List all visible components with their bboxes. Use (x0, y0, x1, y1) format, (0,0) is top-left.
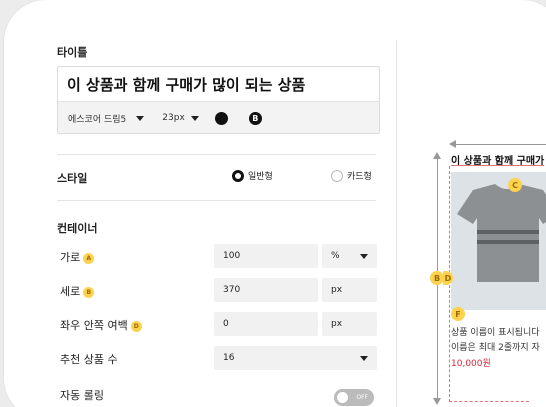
badge-b-preview: B (430, 271, 444, 285)
toggle-state: OFF (356, 394, 368, 401)
count-label: 추천 상품 수 (60, 353, 118, 366)
title-input[interactable]: 이 상품과 함께 구매가 많이 되는 상품 (58, 67, 379, 101)
product-desc-line1: 상품 이름이 표시됩니다 (451, 328, 540, 338)
app-frame: 타이틀 이 상품과 함께 구매가 많이 되는 상품 에스코어 드림5 23px … (4, 0, 546, 407)
radio-card[interactable]: 카드형 (331, 169, 372, 182)
preview-title: 이 상품과 함께 구매가 (451, 156, 545, 167)
style-label: 스타일 (57, 172, 88, 185)
size-select[interactable]: 23px (162, 113, 199, 123)
width-unit-select[interactable]: % (322, 244, 377, 268)
title-toolbar: 에스코어 드림5 23px B (58, 101, 379, 133)
title-label: 타이틀 (57, 46, 88, 59)
count-select[interactable]: 16 (214, 346, 377, 370)
arrow-down-icon (433, 398, 441, 405)
width-unit-value: % (331, 251, 340, 261)
container-label: 컨테이너 (57, 222, 98, 235)
padding-input[interactable]: 0 (214, 312, 318, 336)
width-guide-line (453, 144, 546, 145)
badge-b: B (83, 286, 95, 298)
count-value: 16 (223, 353, 235, 363)
chevron-down-icon (360, 355, 368, 361)
arrow-up-icon (433, 152, 441, 159)
radio-unchecked-icon (331, 169, 343, 182)
autoroll-label: 자동 롤링 (60, 389, 104, 402)
arrow-left-icon (449, 140, 456, 148)
settings-panel: 타이틀 이 상품과 함께 구매가 많이 되는 상품 에스코어 드림5 23px … (54, 0, 384, 407)
tshirt-icon (457, 184, 546, 282)
chevron-down-icon (360, 253, 368, 259)
padding-unit: px (322, 312, 377, 336)
badge-f: F (451, 307, 465, 321)
title-editor: 이 상품과 함께 구매가 많이 되는 상품 에스코어 드림5 23px B (57, 66, 380, 134)
width-input[interactable]: 100 (214, 244, 318, 268)
font-size: 23px (162, 113, 185, 123)
chevron-down-icon (190, 115, 199, 121)
product-desc-line2: 이름은 최대 2줄까지 자 (451, 343, 540, 353)
autoroll-toggle[interactable]: OFF (334, 389, 374, 406)
divider (57, 200, 376, 201)
width-label-text: 가로 (60, 251, 81, 264)
height-unit: px (322, 278, 377, 302)
radio-general-label: 일반형 (248, 172, 273, 182)
font-select[interactable]: 에스코어 드림5 (68, 112, 145, 125)
font-name: 에스코어 드림5 (68, 114, 127, 125)
product-price: 10,000원 (451, 359, 491, 369)
badge-c: C (508, 178, 522, 192)
height-label: 세로 B (60, 283, 95, 299)
badge-a: A (83, 252, 95, 264)
divider (57, 154, 376, 155)
badge-d: D (130, 320, 142, 332)
padding-label: 좌우 안쪽 여백 D (60, 317, 142, 333)
width-label: 가로 A (60, 249, 95, 265)
radio-checked-icon (232, 169, 244, 182)
height-label-text: 세로 (60, 285, 81, 298)
radio-general[interactable]: 일반형 (232, 169, 273, 182)
color-swatch[interactable] (214, 111, 228, 125)
padding-label-text: 좌우 안쪽 여백 (60, 319, 128, 332)
panel-divider (396, 40, 397, 407)
bounds-dashed-bottom (449, 401, 529, 402)
chevron-down-icon (136, 115, 145, 121)
product-image (451, 172, 546, 310)
bold-toggle-button[interactable]: B (248, 111, 262, 125)
height-input[interactable]: 370 (214, 278, 318, 302)
radio-card-label: 카드형 (347, 172, 372, 182)
